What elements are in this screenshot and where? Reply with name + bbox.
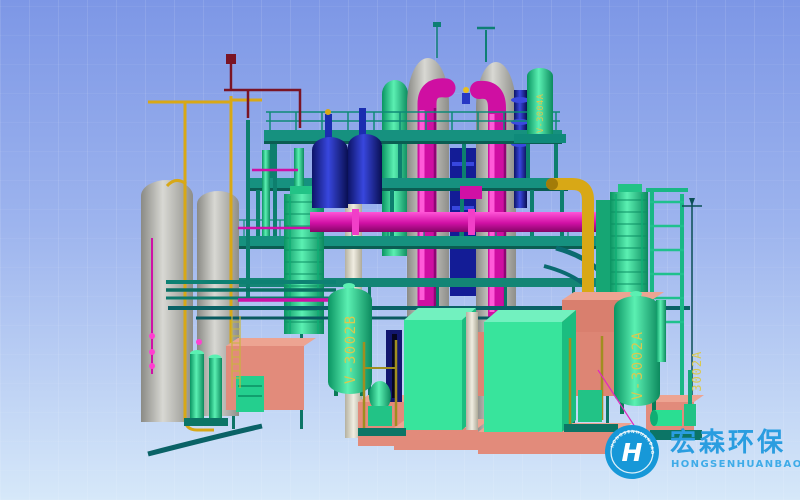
plant-model-canvas: -3002A xyxy=(0,0,800,500)
plate-heat-exchanger-right xyxy=(596,184,648,304)
vent-stacks xyxy=(433,22,495,62)
plate-heat-exchanger-left xyxy=(284,186,324,334)
dimension-label: -3002A xyxy=(690,351,704,400)
maroon-pipe-loop xyxy=(224,54,300,128)
vessel-label-v3004a: V-3004A xyxy=(536,94,546,133)
vessel-label-v3002a: V-3002A xyxy=(630,330,646,400)
logo-monogram-icon: H xyxy=(622,438,643,467)
white-column-2 xyxy=(466,312,478,430)
instrument xyxy=(462,87,470,104)
green-box-tank-1 xyxy=(404,308,476,430)
vessel-label-v3002b: V-3002B xyxy=(343,314,359,384)
plant-3d-render: -3002A xyxy=(0,0,800,500)
company-logo: HONGSENHUANBAO H 宏森环保 HONGSENHUANBAO xyxy=(605,425,800,479)
logo-name-en: HONGSENHUANBAO xyxy=(671,459,800,470)
logo-name-cn: 宏森环保 xyxy=(670,427,786,458)
green-box-tank-2 xyxy=(484,310,576,432)
